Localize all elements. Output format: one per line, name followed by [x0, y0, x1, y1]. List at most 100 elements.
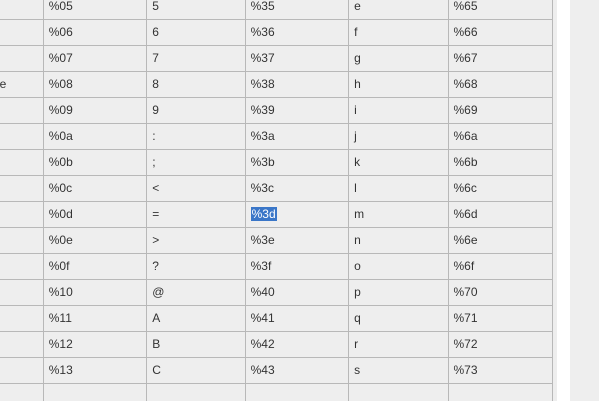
table-cell: %42	[244, 331, 350, 358]
right-gutter	[570, 0, 599, 401]
table-cell	[0, 227, 44, 254]
table-cell: A	[146, 305, 246, 332]
cell-text: ;	[152, 155, 156, 169]
table-cell	[0, 305, 44, 332]
table-cell: %10	[42, 279, 148, 306]
cell-text: %71	[453, 311, 478, 325]
table-cell	[0, 383, 44, 401]
table-cell: %3b	[244, 149, 350, 176]
cell-text: %37	[250, 51, 275, 65]
cell-text: %42	[250, 337, 275, 351]
selected-cell-text: %3d	[250, 207, 277, 221]
cell-text: e	[354, 0, 361, 13]
table-row: %0c < %3c l %6c	[0, 175, 553, 202]
table-cell	[0, 123, 44, 150]
table-cell: %09	[42, 97, 148, 124]
table-body: %05 5 %35 e %65 %06 6 %36 f %66 %07 7 %37 g %67 ace %08 8…	[0, 0, 553, 401]
table-cell	[0, 149, 44, 176]
table-cell: s	[348, 357, 449, 384]
cell-text: %73	[453, 363, 478, 377]
table-cell	[0, 45, 44, 72]
cell-text: %68	[453, 77, 478, 91]
cell-text: %0c	[48, 181, 73, 195]
table-cell: e	[348, 0, 449, 20]
cell-text: g	[354, 51, 361, 65]
table-cell	[146, 383, 246, 401]
table-cell: %35	[244, 0, 350, 20]
cell-text: %0b	[48, 155, 73, 169]
table-cell: %38	[244, 71, 350, 98]
cell-text: B	[152, 337, 161, 351]
table-cell	[0, 201, 44, 228]
cell-text: %06	[48, 25, 73, 39]
cell-text: A	[152, 311, 161, 325]
cell-text: %6c	[453, 181, 477, 195]
table-cell: %3d	[244, 201, 350, 228]
table-cell: %37	[244, 45, 350, 72]
cell-text: ?	[152, 259, 159, 273]
cell-text: =	[152, 207, 160, 221]
table-cell	[0, 175, 44, 202]
cell-text: >	[152, 233, 160, 247]
table-cell: q	[348, 305, 449, 332]
cell-text: %35	[250, 0, 275, 13]
table-cell: %3f	[244, 253, 350, 280]
cell-text: %39	[250, 103, 275, 117]
table-row	[0, 383, 553, 401]
cell-text: %3a	[250, 129, 275, 143]
table-row: %06 6 %36 f %66	[0, 19, 553, 46]
cell-text: %05	[48, 0, 73, 13]
table-cell: %73	[447, 357, 553, 384]
table-cell: %6d	[447, 201, 553, 228]
table-cell: %0b	[42, 149, 148, 176]
table-cell	[0, 19, 44, 46]
cell-text: q	[354, 311, 361, 325]
table-cell: %05	[42, 0, 148, 20]
cell-text: 5	[152, 0, 159, 13]
cell-text: i	[354, 103, 357, 117]
table-cell: ?	[146, 253, 246, 280]
cell-text: %0f	[48, 259, 70, 273]
cell-text: p	[354, 285, 361, 299]
cell-text: %43	[250, 363, 275, 377]
cell-text: r	[354, 337, 359, 351]
cell-text: %13	[48, 363, 73, 377]
table-cell: %6c	[447, 175, 553, 202]
table-cell: n	[348, 227, 449, 254]
table-row: %09 9 %39 i %69	[0, 97, 553, 124]
table-cell: %0f	[42, 253, 148, 280]
table-row: %11 A %41 q %71	[0, 305, 553, 332]
table-cell: %12	[42, 331, 148, 358]
table-cell: %3c	[244, 175, 350, 202]
table-cell: %68	[447, 71, 553, 98]
table-cell: 5	[146, 0, 246, 20]
table-cell: %70	[447, 279, 553, 306]
table-cell: l	[348, 175, 449, 202]
table-row: ace %08 8 %38 h %68	[0, 71, 553, 98]
table-cell	[42, 383, 148, 401]
cell-text: s	[354, 363, 361, 377]
cell-text: %69	[453, 103, 478, 117]
cell-text: %3c	[250, 181, 274, 195]
cell-text: @	[152, 285, 165, 299]
table-cell: %67	[447, 45, 553, 72]
table-cell: g	[348, 45, 449, 72]
table-cell: %11	[42, 305, 148, 332]
cell-text: %10	[48, 285, 73, 299]
cell-text: %6b	[453, 155, 478, 169]
table-cell: <	[146, 175, 246, 202]
cell-text: o	[354, 259, 361, 273]
cell-text: 8	[152, 77, 159, 91]
table-cell: h	[348, 71, 449, 98]
table-row: %13 C %43 s %73	[0, 357, 553, 384]
table-cell: o	[348, 253, 449, 280]
cell-text: %36	[250, 25, 275, 39]
cell-text: %0d	[48, 207, 73, 221]
cell-text: m	[354, 207, 365, 221]
table-cell: ace	[0, 71, 44, 98]
table-cell: %41	[244, 305, 350, 332]
table-cell	[0, 253, 44, 280]
page-viewport: %05 5 %35 e %65 %06 6 %36 f %66 %07 7 %37 g %67 ace %08 8…	[0, 0, 599, 401]
table-cell: @	[146, 279, 246, 306]
table-row: %12 B %42 r %72	[0, 331, 553, 358]
